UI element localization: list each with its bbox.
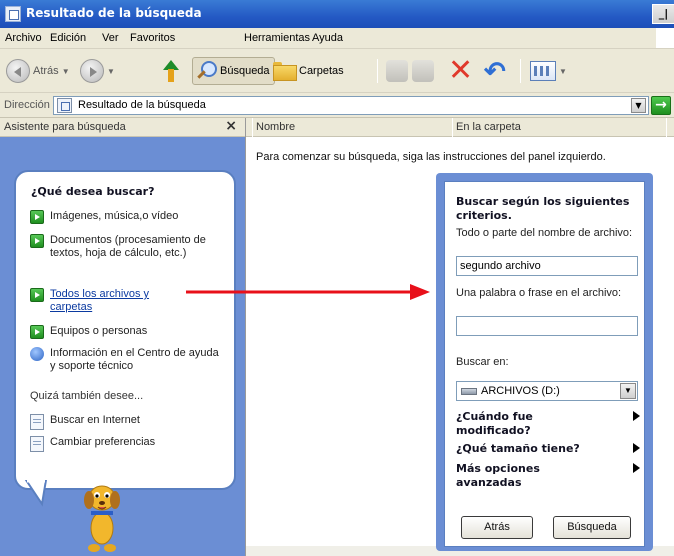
move-to-button[interactable] xyxy=(386,57,408,85)
search-toggle-label: Búsqueda xyxy=(220,65,270,77)
criteria-title: Buscar según los siguientes criterios. xyxy=(456,195,630,222)
look-in-value: ARCHIVOS (D:) xyxy=(481,385,560,397)
menu-ayuda[interactable]: Ayuda xyxy=(312,32,343,44)
minimize-button[interactable]: _| xyxy=(652,4,674,24)
also-want-title: Quizá también desee... xyxy=(30,390,144,402)
delete-button[interactable]: ✕ xyxy=(448,53,474,88)
search-pane-header: Asistente para búsqueda × xyxy=(0,118,245,137)
search-pane-title: Asistente para búsqueda xyxy=(4,121,126,133)
menu-bar: Archivo Edición Ver Favoritos Herramient… xyxy=(0,28,674,49)
option-all-files-folders[interactable]: Todos los archivos y carpetas xyxy=(30,288,220,314)
copy-to-button[interactable] xyxy=(412,57,434,85)
option-change-preferences[interactable]: Cambiar preferencias xyxy=(30,436,155,452)
copy-to-icon xyxy=(412,60,434,82)
window-title: Resultado de la búsqueda xyxy=(26,6,202,20)
menu-archivo[interactable]: Archivo xyxy=(5,32,42,44)
column-header-name[interactable]: Nombre xyxy=(256,121,295,133)
up-folder-button[interactable] xyxy=(160,57,182,85)
menu-bar-end xyxy=(656,28,674,48)
menu-favoritos[interactable]: Favoritos xyxy=(130,32,175,44)
filename-input[interactable]: segundo archivo xyxy=(456,256,638,276)
option-help-center[interactable]: Información en el Centro de ayuda y sopo… xyxy=(30,347,230,373)
green-arrow-icon xyxy=(30,234,44,248)
back-arrow-icon xyxy=(6,59,30,83)
address-label: Dirección xyxy=(4,99,50,111)
instructions-text: Para comenzar su búsqueda, siga las inst… xyxy=(256,151,606,163)
menu-edicion[interactable]: Edición xyxy=(50,32,86,44)
expand-arrow-icon xyxy=(633,443,640,453)
option-documents[interactable]: Documentos (procesamiento de textos, hoj… xyxy=(30,234,220,260)
forward-dropdown-icon[interactable]: ▼ xyxy=(107,67,115,76)
go-button[interactable]: → xyxy=(651,96,671,115)
folder-icon xyxy=(272,62,297,81)
size-expander[interactable]: ¿Qué tamaño tiene? xyxy=(456,442,640,456)
menu-ver[interactable]: Ver xyxy=(102,32,119,44)
search-submit-button[interactable]: Búsqueda xyxy=(553,516,631,539)
back-button[interactable]: Atrás ▼ xyxy=(6,57,70,85)
internet-search-icon xyxy=(30,414,44,430)
column-divider[interactable] xyxy=(666,118,667,137)
search-toggle-button[interactable]: Búsqueda xyxy=(192,57,275,85)
look-in-dropdown-icon[interactable]: ▼ xyxy=(620,383,636,399)
green-arrow-icon xyxy=(30,210,44,224)
search-criteria-panel: Buscar según los siguientes criterios. T… xyxy=(436,173,653,551)
toolbar: Atrás ▼ ▼ Búsqueda Carpetas ✕ ↶ ▼ xyxy=(0,49,674,93)
forward-button[interactable]: ▼ xyxy=(80,57,115,85)
address-field[interactable]: Resultado de la búsqueda ▼ xyxy=(53,96,649,115)
search-companion-dog[interactable] xyxy=(72,478,132,556)
title-bar: Resultado de la búsqueda _| xyxy=(0,0,674,28)
look-in-label: Buscar en: xyxy=(456,356,509,368)
address-dropdown-icon[interactable]: ▼ xyxy=(631,98,646,113)
menu-herramientas[interactable]: Herramientas xyxy=(244,32,310,44)
phrase-label: Una palabra o frase en el archivo: xyxy=(456,287,622,299)
search-magnifier-icon xyxy=(195,60,217,82)
expand-arrow-icon xyxy=(633,411,640,421)
search-results-icon xyxy=(57,98,72,113)
expand-arrow-icon xyxy=(633,463,640,473)
look-in-select[interactable]: ARCHIVOS (D:) ▼ xyxy=(456,381,638,401)
undo-button[interactable]: ↶ xyxy=(484,57,506,85)
preferences-icon xyxy=(30,436,44,452)
when-modified-expander[interactable]: ¿Cuándo fue modificado? xyxy=(456,410,640,438)
column-divider[interactable] xyxy=(452,118,453,137)
filename-label: Todo o parte del nombre de archivo: xyxy=(456,227,633,239)
option-computers-people[interactable]: Equipos o personas xyxy=(30,325,147,339)
question-title: ¿Qué desea buscar? xyxy=(31,185,155,198)
views-dropdown-icon[interactable]: ▼ xyxy=(559,67,567,76)
column-header-folder[interactable]: En la carpeta xyxy=(456,121,521,133)
search-criteria-content: Buscar según los siguientes criterios. T… xyxy=(444,181,645,547)
folders-label: Carpetas xyxy=(299,65,344,77)
toolbar-separator xyxy=(377,59,378,83)
option-search-internet[interactable]: Buscar en Internet xyxy=(30,414,140,430)
address-value: Resultado de la búsqueda xyxy=(78,99,206,111)
undo-icon: ↶ xyxy=(484,56,506,86)
back-criteria-button[interactable]: Atrás xyxy=(461,516,533,539)
window-icon xyxy=(5,6,21,22)
move-to-icon xyxy=(386,60,408,82)
advanced-options-expander[interactable]: Más opciones avanzadas xyxy=(456,462,640,490)
address-bar: Dirección Resultado de la búsqueda ▼ → xyxy=(0,93,674,118)
option-images-music-video[interactable]: Imágenes, música,o vídeo xyxy=(30,210,178,224)
delete-x-icon: ✕ xyxy=(448,53,474,88)
column-divider xyxy=(252,118,253,137)
phrase-input[interactable] xyxy=(456,316,638,336)
views-button[interactable]: ▼ xyxy=(530,57,567,85)
column-headers: Nombre En la carpeta xyxy=(246,118,674,137)
back-dropdown-icon[interactable]: ▼ xyxy=(62,67,70,76)
help-center-icon xyxy=(30,347,44,361)
toolbar-separator-2 xyxy=(520,59,521,83)
green-arrow-icon xyxy=(30,325,44,339)
back-label: Atrás xyxy=(33,65,59,77)
bubble-tail xyxy=(24,480,48,507)
search-options-bubble: ¿Qué desea buscar? Imágenes, música,o ví… xyxy=(14,170,236,490)
folders-button[interactable]: Carpetas xyxy=(272,57,344,85)
green-arrow-icon xyxy=(30,288,44,302)
forward-arrow-icon xyxy=(80,59,104,83)
up-arrow-icon xyxy=(160,58,182,84)
views-icon xyxy=(530,61,556,81)
close-pane-button[interactable]: × xyxy=(225,118,237,134)
drive-icon xyxy=(461,388,477,395)
